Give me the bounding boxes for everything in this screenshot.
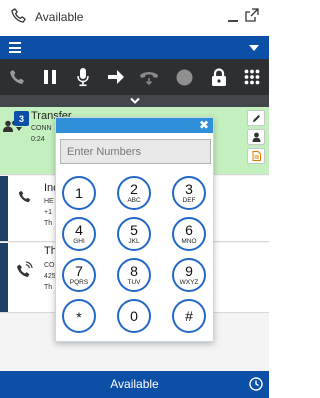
phone-ringing-icon <box>17 261 33 277</box>
phone-icon <box>10 70 24 84</box>
key-7[interactable]: 7 PQRS <box>62 258 96 292</box>
lock-button[interactable] <box>204 59 234 95</box>
microphone-icon <box>77 68 89 87</box>
interaction-actions <box>247 110 267 167</box>
transfer-arrow-icon <box>108 70 124 84</box>
contact-button[interactable] <box>247 129 265 145</box>
toolbar-collapse-bar[interactable] <box>0 95 269 107</box>
key-5[interactable]: 5 JKL <box>117 217 151 251</box>
interaction-count-badge: 3 <box>14 111 29 126</box>
record-button[interactable] <box>169 59 199 95</box>
phone-icon <box>18 190 31 203</box>
minimize-icon[interactable] <box>228 20 238 22</box>
interaction-timer: 0:24 <box>31 136 45 143</box>
interaction-state: CONN <box>31 125 52 132</box>
keypad-grid-icon <box>244 69 260 85</box>
key-1[interactable]: 1 <box>62 176 96 210</box>
interaction-detail-3: Th <box>44 220 53 227</box>
footer-status-label: Available <box>110 377 159 391</box>
title-bar: Available <box>0 0 269 34</box>
dialpad-header: ✖ <box>56 118 213 133</box>
hangup-button[interactable] <box>134 59 164 95</box>
row-status-edge <box>0 176 8 241</box>
key-4[interactable]: 4 GHI <box>62 217 96 251</box>
key-hash[interactable]: # <box>172 299 206 333</box>
interaction-detail-2: 425 <box>44 273 56 280</box>
key-9[interactable]: 9 WXYZ <box>172 258 206 292</box>
interaction-detail-3: Th <box>44 284 53 291</box>
top-bar <box>0 36 269 59</box>
status-footer[interactable]: Available <box>0 371 269 398</box>
interaction-detail-1: CO <box>44 262 55 269</box>
pause-icon <box>44 70 56 84</box>
phone-button[interactable] <box>2 59 32 95</box>
phone-icon <box>11 8 26 23</box>
key-6[interactable]: 6 MNO <box>172 217 206 251</box>
agent-status-title: Available <box>35 10 84 24</box>
hamburger-menu-icon[interactable] <box>9 42 21 53</box>
document-icon <box>252 151 261 161</box>
dropdown-caret-icon[interactable] <box>249 45 259 51</box>
key-3[interactable]: 3 DEF <box>172 176 206 210</box>
key-star[interactable]: * <box>62 299 96 333</box>
clock-icon[interactable] <box>249 377 263 391</box>
key-0[interactable]: 0 <box>117 299 151 333</box>
transfer-button[interactable] <box>101 59 131 95</box>
edit-button[interactable] <box>247 110 265 126</box>
person-icon <box>252 132 260 142</box>
close-icon[interactable]: ✖ <box>199 118 209 132</box>
popout-icon[interactable] <box>245 8 259 22</box>
interaction-detail-1: HE <box>44 198 54 205</box>
hangup-icon <box>140 72 158 85</box>
key-8[interactable]: 8 TUV <box>117 258 151 292</box>
interaction-detail-2: +1 <box>44 209 52 216</box>
record-dot-icon <box>176 69 192 85</box>
hold-button[interactable] <box>35 59 65 95</box>
number-input[interactable] <box>60 139 211 164</box>
key-2[interactable]: 2 ABC <box>117 176 151 210</box>
pencil-icon <box>252 114 260 122</box>
keypad-button[interactable] <box>237 59 267 95</box>
dialpad-popup: ✖ 1 2ABC 3DEF 4GHI 5JKL 6MNO 7PQRS 8TUV … <box>55 117 214 342</box>
call-toolbar <box>0 59 269 95</box>
row-status-edge <box>0 243 8 312</box>
notes-button[interactable] <box>247 148 265 164</box>
mute-button[interactable] <box>68 59 98 95</box>
chevron-down-icon <box>130 97 140 104</box>
lock-icon <box>212 67 226 86</box>
